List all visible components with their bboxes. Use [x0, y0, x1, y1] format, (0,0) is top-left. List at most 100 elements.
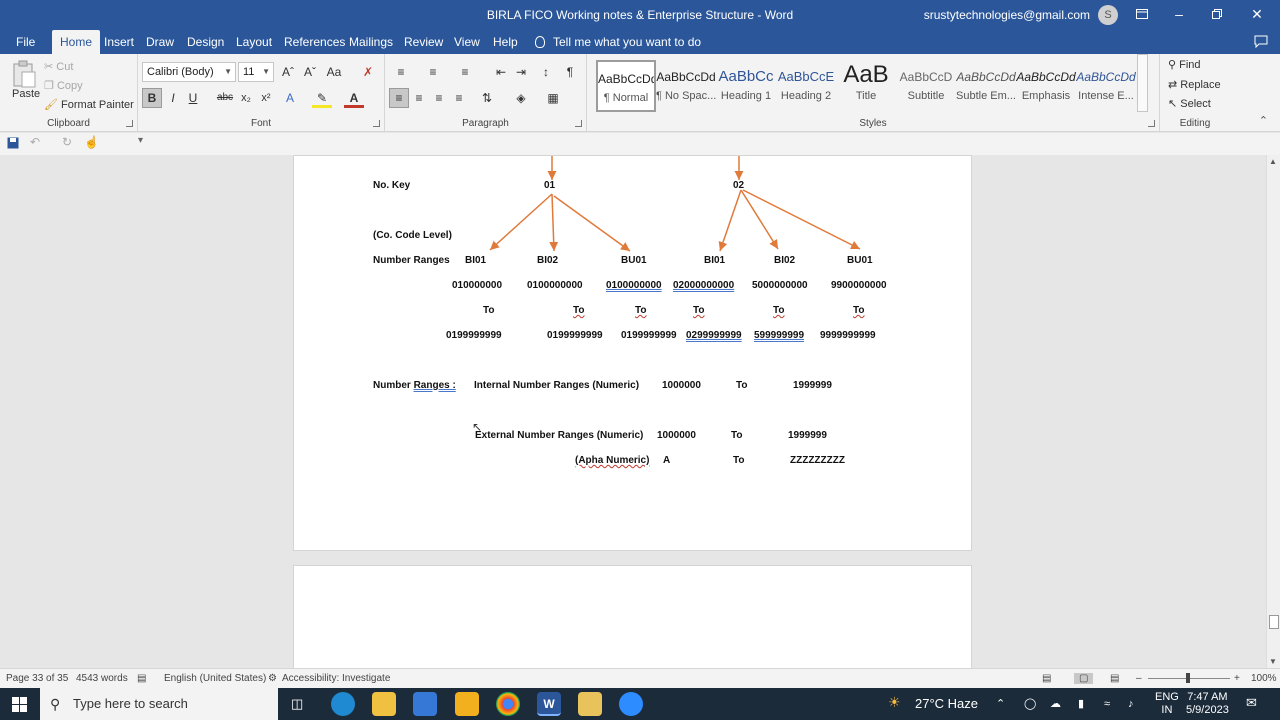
tell-me-box[interactable]: Tell me what you want to do	[535, 30, 701, 54]
paste-icon[interactable]	[12, 60, 36, 88]
clock[interactable]: 7:47 AM 5/9/2023	[1186, 691, 1229, 720]
subscript-icon[interactable]: x₂	[236, 88, 256, 108]
windows-start-icon[interactable]	[12, 697, 27, 715]
shrink-font-icon[interactable]: Aˇ	[300, 62, 320, 82]
close-icon[interactable]: ✕	[1234, 0, 1280, 30]
redo-icon[interactable]: ↻	[62, 135, 72, 149]
tray-overflow-icon[interactable]: ⌃	[996, 688, 1005, 720]
superscript-icon[interactable]: x²	[256, 88, 276, 108]
borders-icon[interactable]: ▦	[543, 88, 563, 108]
tab-mailings[interactable]: Mailings	[341, 30, 401, 54]
zoom-slider[interactable]	[1148, 673, 1230, 683]
multilevel-list-icon[interactable]: ≡	[455, 62, 475, 82]
weather-text[interactable]: 27°C Haze	[915, 688, 978, 720]
read-mode-icon[interactable]: ▤	[1042, 673, 1051, 684]
shading-icon[interactable]: ◈	[511, 88, 531, 108]
wifi-icon[interactable]: ≈	[1104, 688, 1110, 720]
font-name-combo[interactable]: Calibri (Body) ▼	[142, 62, 236, 82]
undo-icon[interactable]: ↶	[30, 135, 40, 149]
document-page-next[interactable]	[293, 565, 972, 668]
find-button[interactable]: ⚲ Find	[1168, 58, 1201, 71]
style-normal[interactable]: AaBbCcDd ¶ Normal	[596, 60, 656, 112]
paste-button[interactable]: Paste	[12, 88, 40, 100]
sort-icon[interactable]: ↕	[536, 62, 556, 82]
clipboard-launcher-icon[interactable]	[126, 120, 133, 127]
scroll-up-icon[interactable]: ▲	[1269, 157, 1277, 166]
tab-view[interactable]: View	[446, 30, 488, 54]
volume-icon[interactable]: ♪	[1128, 688, 1134, 720]
style-subtitle[interactable]: AaBbCcD Subtitle	[896, 60, 956, 112]
tab-help[interactable]: Help	[485, 30, 526, 54]
style-title[interactable]: AaB Title	[836, 60, 896, 112]
sticky-notes-icon[interactable]	[455, 692, 479, 716]
style-no-spacing[interactable]: AaBbCcDd ¶ No Spac...	[656, 60, 716, 112]
align-center-icon[interactable]: ≡	[409, 88, 429, 108]
vertical-scrollbar[interactable]: ▲ ▼	[1266, 155, 1280, 668]
copy-button[interactable]: ❐ Copy	[44, 79, 83, 92]
zoom-out-icon[interactable]: –	[1136, 673, 1142, 684]
replace-button[interactable]: ⇄ Replace	[1168, 78, 1221, 91]
bullets-icon[interactable]: ≡	[391, 62, 411, 82]
bold-icon[interactable]: B	[142, 88, 162, 108]
word-icon[interactable]: W	[537, 692, 561, 716]
page-count[interactable]: Page 33 of 35	[6, 673, 68, 684]
numbering-icon[interactable]: ≡	[423, 62, 443, 82]
strikethrough-icon[interactable]: abc	[215, 88, 235, 108]
language-indicator[interactable]: ENG IN	[1155, 691, 1179, 720]
font-color-icon[interactable]: A	[344, 88, 364, 108]
tab-home[interactable]: Home	[52, 30, 101, 54]
line-spacing-icon[interactable]: ⇅	[477, 88, 497, 108]
tab-review[interactable]: Review	[396, 30, 451, 54]
clear-formatting-icon[interactable]: ✗	[358, 62, 378, 82]
tab-layout[interactable]: Layout	[228, 30, 280, 54]
document-page[interactable]: No. Key 01 02 (Co. Code Level) Number Ra…	[293, 155, 972, 551]
scroll-down-icon[interactable]: ▼	[1269, 657, 1277, 666]
tab-draw[interactable]: Draw	[138, 30, 182, 54]
file-explorer-icon[interactable]	[372, 692, 396, 716]
zoom-in-icon[interactable]: +	[1234, 673, 1240, 684]
scroll-thumb[interactable]	[1269, 615, 1279, 629]
tab-file[interactable]: File	[8, 30, 43, 54]
language[interactable]: English (United States)	[164, 673, 266, 684]
meet-icon[interactable]: ◯	[1024, 688, 1036, 720]
notifications-icon[interactable]: ✉	[1246, 695, 1257, 720]
align-left-icon[interactable]: ≡	[389, 88, 409, 108]
comments-icon[interactable]	[1254, 35, 1268, 51]
style-heading-1[interactable]: AaBbCc Heading 1	[716, 60, 776, 112]
style-heading-2[interactable]: AaBbCcE Heading 2	[776, 60, 836, 112]
justify-icon[interactable]: ≡	[449, 88, 469, 108]
highlight-icon[interactable]: ✎	[312, 88, 332, 108]
account-email[interactable]: srustytechnologies@gmail.com	[924, 8, 1090, 22]
font-size-combo[interactable]: 11 ▼	[238, 62, 274, 82]
zoom-thumb[interactable]	[1186, 673, 1190, 683]
customize-qat-icon[interactable]: ▾	[138, 135, 143, 146]
cut-button[interactable]: ✂ Cut	[44, 60, 73, 73]
grow-font-icon[interactable]: Aˆ	[278, 62, 298, 82]
avatar[interactable]: S	[1098, 5, 1118, 25]
select-button[interactable]: ↖ Select	[1168, 97, 1211, 110]
font-launcher-icon[interactable]	[373, 120, 380, 127]
styles-scroll[interactable]	[1137, 54, 1148, 112]
format-painter-button[interactable]: 🖌 Format Painter	[44, 98, 134, 111]
chrome-icon[interactable]	[496, 692, 520, 716]
word-count[interactable]: 4543 words	[76, 673, 128, 684]
styles-launcher-icon[interactable]	[1148, 120, 1155, 127]
zoom-app-icon[interactable]	[619, 692, 643, 716]
onedrive-icon[interactable]: ☁	[1050, 688, 1061, 720]
increase-indent-icon[interactable]: ⇥	[511, 62, 531, 82]
save-icon[interactable]	[7, 137, 19, 152]
taskbar-search[interactable]: ⚲ Type here to search	[40, 688, 278, 720]
zoom-level[interactable]: 100%	[1251, 673, 1277, 684]
proofing-icon[interactable]: ▤	[137, 673, 146, 684]
task-view-icon[interactable]: ◫	[291, 696, 303, 712]
print-layout-icon[interactable]: ▢	[1074, 673, 1094, 684]
decrease-indent-icon[interactable]: ⇤	[491, 62, 511, 82]
file-manager-icon[interactable]	[578, 692, 602, 716]
style-subtle-emphasis[interactable]: AaBbCcDd Subtle Em...	[956, 60, 1016, 112]
tab-design[interactable]: Design	[179, 30, 232, 54]
style-emphasis[interactable]: AaBbCcDd Emphasis	[1016, 60, 1076, 112]
edge-icon[interactable]	[331, 692, 355, 716]
italic-icon[interactable]: I	[163, 88, 183, 108]
paragraph-launcher-icon[interactable]	[575, 120, 582, 127]
accessibility-status[interactable]: Accessibility: Investigate	[282, 673, 390, 684]
